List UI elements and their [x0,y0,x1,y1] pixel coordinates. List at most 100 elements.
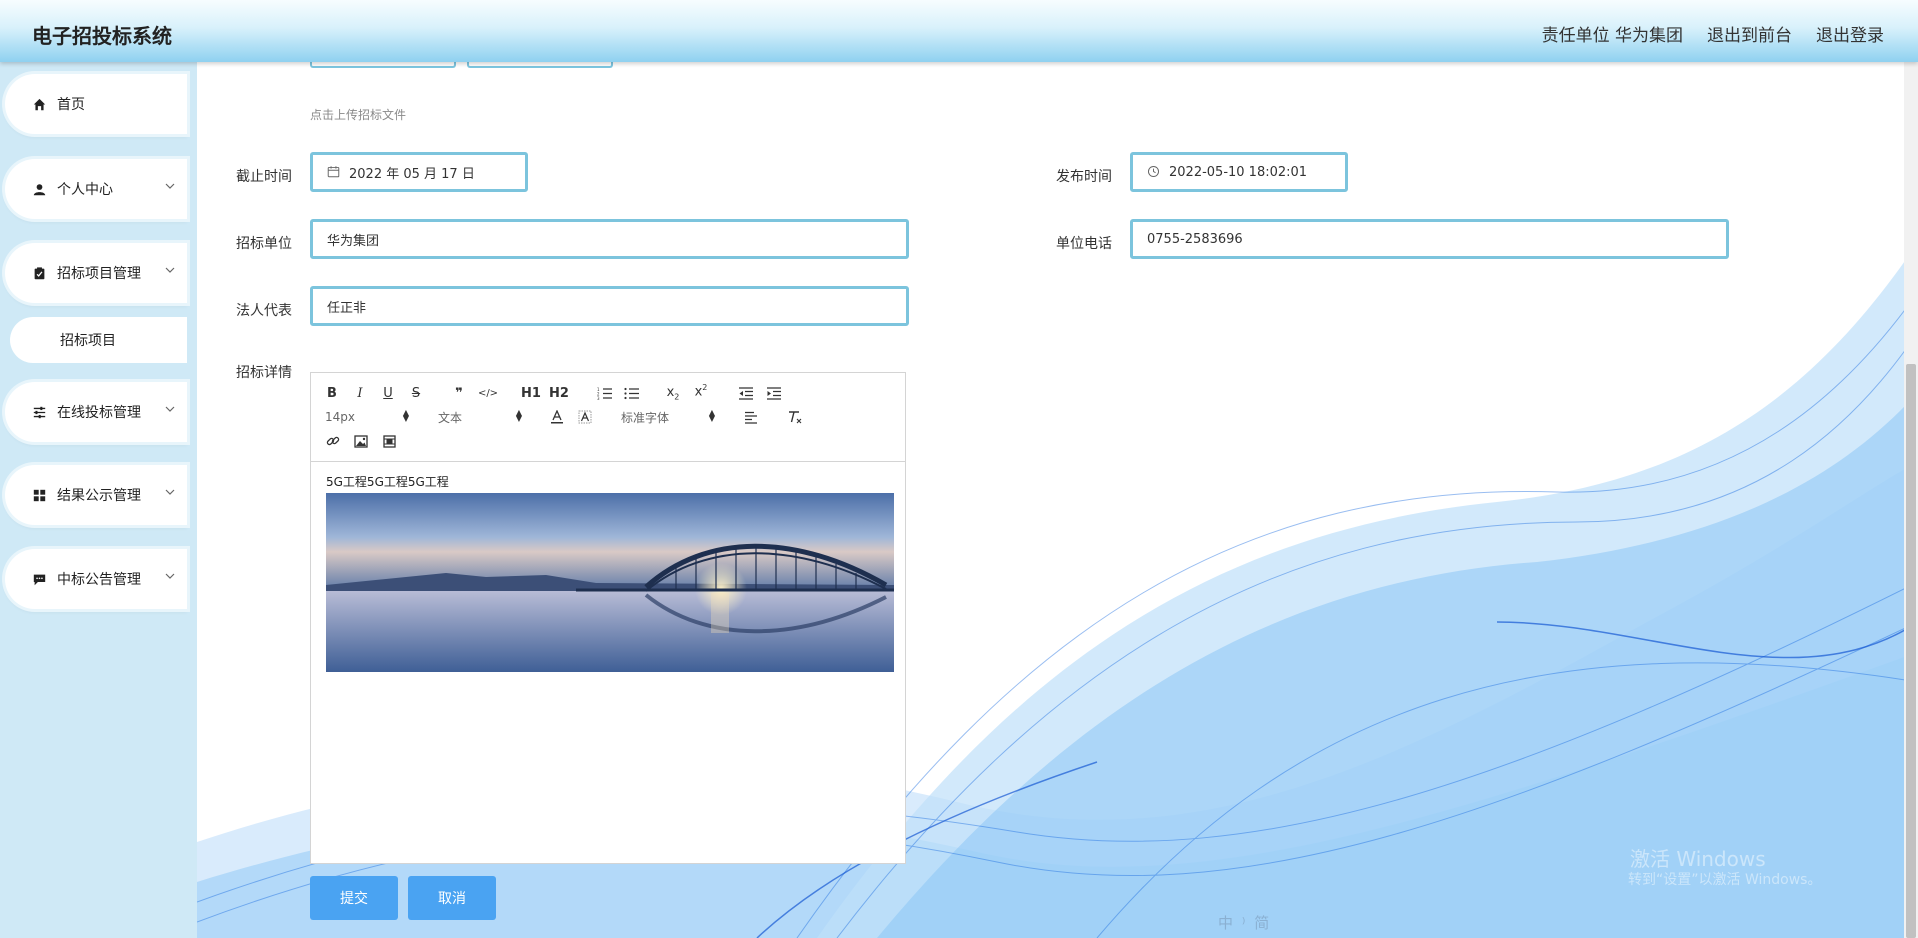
editor-content-text[interactable]: 5G工程5G工程5G工程 [326,473,449,490]
italic-button[interactable]: I [353,385,367,401]
ime-toolbar[interactable]: 中 ⁾ 简 [1218,912,1271,933]
svg-text:3: 3 [597,396,600,400]
sliders-icon [31,404,47,420]
bridge-photo [326,493,894,672]
superscript-button[interactable]: x2 [691,383,711,399]
text-format-select[interactable]: 文本 ▲ ▼ [438,409,522,425]
chevron-down-icon [165,406,175,412]
windows-activation-hint: 转到“设置”以激活 Windows。 [1628,872,1822,888]
chevron-down-icon [165,267,175,273]
top-header: 电子招投标系统 责任单位 华为集团 退出到前台 退出登录 [0,0,1918,62]
align-button[interactable] [743,409,759,425]
select-arrow-icon: ▲ ▼ [708,408,715,423]
blockquote-button[interactable]: ❞ [451,385,467,401]
sidebar: 首页 个人中心 招标项目管理 招标项目 在线投标管理 结果公示管理 中标公告管理 [0,62,197,938]
subscript-icon: x2 [666,384,680,402]
submit-button[interactable]: 提交 [310,876,398,920]
upload-secondary-button[interactable] [467,62,613,68]
header-1-button[interactable]: H1 [521,385,541,401]
link-icon [326,436,340,446]
logout-link[interactable]: 退出登录 [1816,21,1884,46]
font-family-select[interactable]: 标准字体 ▲ ▼ [621,409,715,425]
message-icon [31,571,47,587]
publish-time-value: 2022-05-10 18:02:01 [1169,164,1308,180]
back-to-frontend-link[interactable]: 退出到前台 [1707,21,1792,46]
upload-file-button[interactable] [310,62,456,68]
sidebar-item-label: 首页 [57,97,85,113]
cancel-button[interactable]: 取消 [408,876,496,920]
sidebar-item-profile[interactable]: 个人中心 [5,159,187,219]
header-2-button[interactable]: H2 [549,385,569,401]
deadline-date-picker[interactable]: 2022 年 05 月 17 日 [310,152,528,192]
clear-format-icon [789,411,802,424]
subscript-button[interactable]: x2 [663,384,683,402]
unit-phone-label: 单位电话 [1056,236,1112,252]
highlight-icon [578,410,592,424]
bullet-list-icon [624,387,639,399]
superscript-icon: x2 [694,382,708,400]
bold-button[interactable]: B [325,385,339,401]
font-size-select[interactable]: 14px ▲ ▼ [325,409,409,425]
upload-hint: 点击上传招标文件 [310,108,407,122]
app-title: 电子招投标系统 [32,24,172,48]
indent-button[interactable] [765,385,783,401]
publish-time-picker[interactable]: 2022-05-10 18:02:01 [1130,152,1348,192]
grid-icon [31,487,47,503]
header-actions: 责任单位 华为集团 退出到前台 退出登录 [1542,21,1884,46]
outdent-icon [739,386,753,400]
clock-icon [1147,165,1161,179]
windows-activation-watermark: 激活 Windows [1630,847,1766,871]
calendar-icon [327,165,341,179]
sidebar-item-winning-bid-notice[interactable]: 中标公告管理 [5,549,187,609]
sidebar-item-online-bidding[interactable]: 在线投标管理 [5,382,187,442]
home-icon [31,96,47,112]
sidebar-item-label: 中标公告管理 [57,572,141,588]
indent-icon [767,386,781,400]
select-arrow-icon: ▲ ▼ [515,408,522,423]
select-arrow-icon: ▲ ▼ [402,408,409,423]
legal-rep-label: 法人代表 [236,303,292,319]
insert-link-button[interactable] [325,433,341,449]
legal-rep-input[interactable]: 任正非 [310,286,909,326]
bullet-list-button[interactable] [623,385,641,401]
responsible-unit-label: 责任单位 华为集团 [1541,26,1683,46]
insert-video-button[interactable] [381,433,397,449]
sidebar-item-result-announcement[interactable]: 结果公示管理 [5,465,187,525]
underline-button[interactable]: U [381,385,395,401]
ordered-list-icon: 123 [597,387,612,400]
rich-text-editor: B I U S ❞ </> H1 H2 123 x2 x2 14px ▲ ▼ 文… [310,372,906,864]
chevron-down-icon [165,489,175,495]
sidebar-item-label: 个人中心 [57,182,113,198]
strike-button[interactable]: S [409,385,423,401]
sidebar-item-home[interactable]: 首页 [5,74,187,134]
insert-image-button[interactable] [353,433,369,449]
unit-phone-input[interactable]: 0755-2583696 [1130,219,1729,259]
publish-time-label: 发布时间 [1056,169,1112,185]
deadline-label: 截止时间 [236,169,292,185]
sidebar-item-tender-projects[interactable]: 招标项目管理 [5,243,187,303]
chevron-down-icon [165,573,175,579]
main-content: 点击上传招标文件 截止时间 2022 年 05 月 17 日 发布时间 2022… [197,62,1918,938]
code-block-button[interactable]: </> [478,385,498,401]
sidebar-item-label: 结果公示管理 [57,488,141,504]
outdent-button[interactable] [737,385,755,401]
deadline-value: 2022 年 05 月 17 日 [349,166,475,182]
video-icon [382,434,396,448]
background-color-button[interactable] [577,409,593,425]
editor-toolbar: B I U S ❞ </> H1 H2 123 x2 x2 14px ▲ ▼ 文… [311,373,905,462]
details-label: 招标详情 [236,365,292,381]
user-icon [31,181,47,197]
clipboard-icon [31,265,47,281]
page-scrollbar-thumb[interactable] [1906,364,1916,938]
align-left-icon [745,411,757,424]
ordered-list-button[interactable]: 123 [596,385,614,401]
image-icon [354,434,368,448]
font-color-icon [551,410,563,424]
bidder-unit-label: 招标单位 [236,236,292,252]
clear-format-button[interactable] [787,409,803,425]
chevron-down-icon [165,183,175,189]
font-color-button[interactable] [549,409,565,425]
sidebar-subitem-tender-project[interactable]: 招标项目 [10,317,187,363]
bidder-unit-input[interactable]: 华为集团 [310,219,909,259]
sidebar-item-label: 在线投标管理 [57,405,141,421]
